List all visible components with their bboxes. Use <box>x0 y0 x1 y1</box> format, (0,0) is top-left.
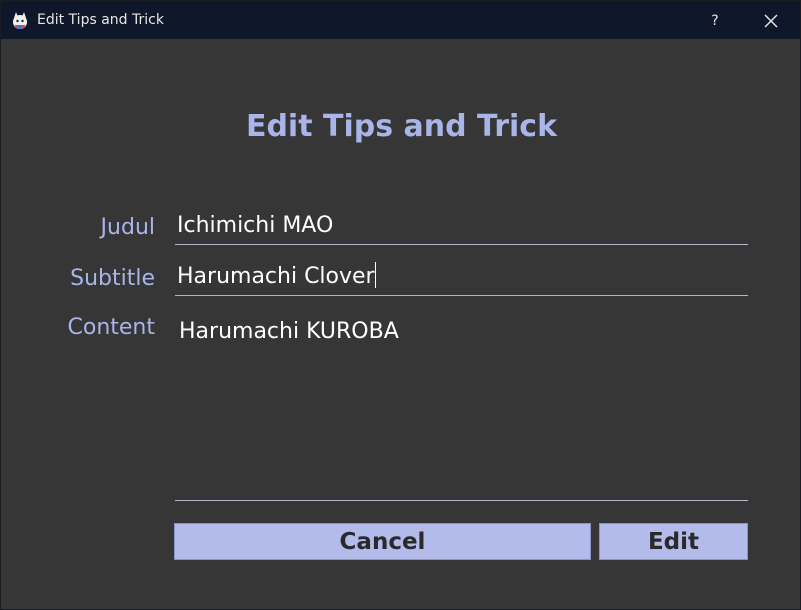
help-button[interactable]: ? <box>701 7 729 35</box>
subtitle-label: Subtitle <box>70 266 155 291</box>
dialog-window: Edit Tips and Trick ? Edit Tips and Tric… <box>0 0 801 610</box>
edit-button[interactable]: Edit <box>599 523 748 560</box>
window-title: Edit Tips and Trick <box>37 12 164 28</box>
judul-input[interactable]: Ichimichi MAO <box>175 211 748 245</box>
judul-label: Judul <box>100 215 155 240</box>
close-icon[interactable] <box>755 7 787 35</box>
judul-value: Ichimichi MAO <box>177 213 334 238</box>
content-textarea[interactable]: Harumachi KUROBA <box>175 313 748 501</box>
form-heading: Edit Tips and Trick <box>245 109 558 144</box>
cancel-button[interactable]: Cancel <box>174 523 591 560</box>
text-caret <box>374 262 376 288</box>
title-bar[interactable]: Edit Tips and Trick ? <box>1 1 800 39</box>
app-mascot-icon <box>13 12 27 29</box>
content-value: Harumachi KUROBA <box>179 319 399 344</box>
subtitle-input[interactable]: Harumachi Clover <box>175 262 748 296</box>
content-label: Content <box>67 315 156 340</box>
subtitle-value: Harumachi Clover <box>177 264 375 289</box>
